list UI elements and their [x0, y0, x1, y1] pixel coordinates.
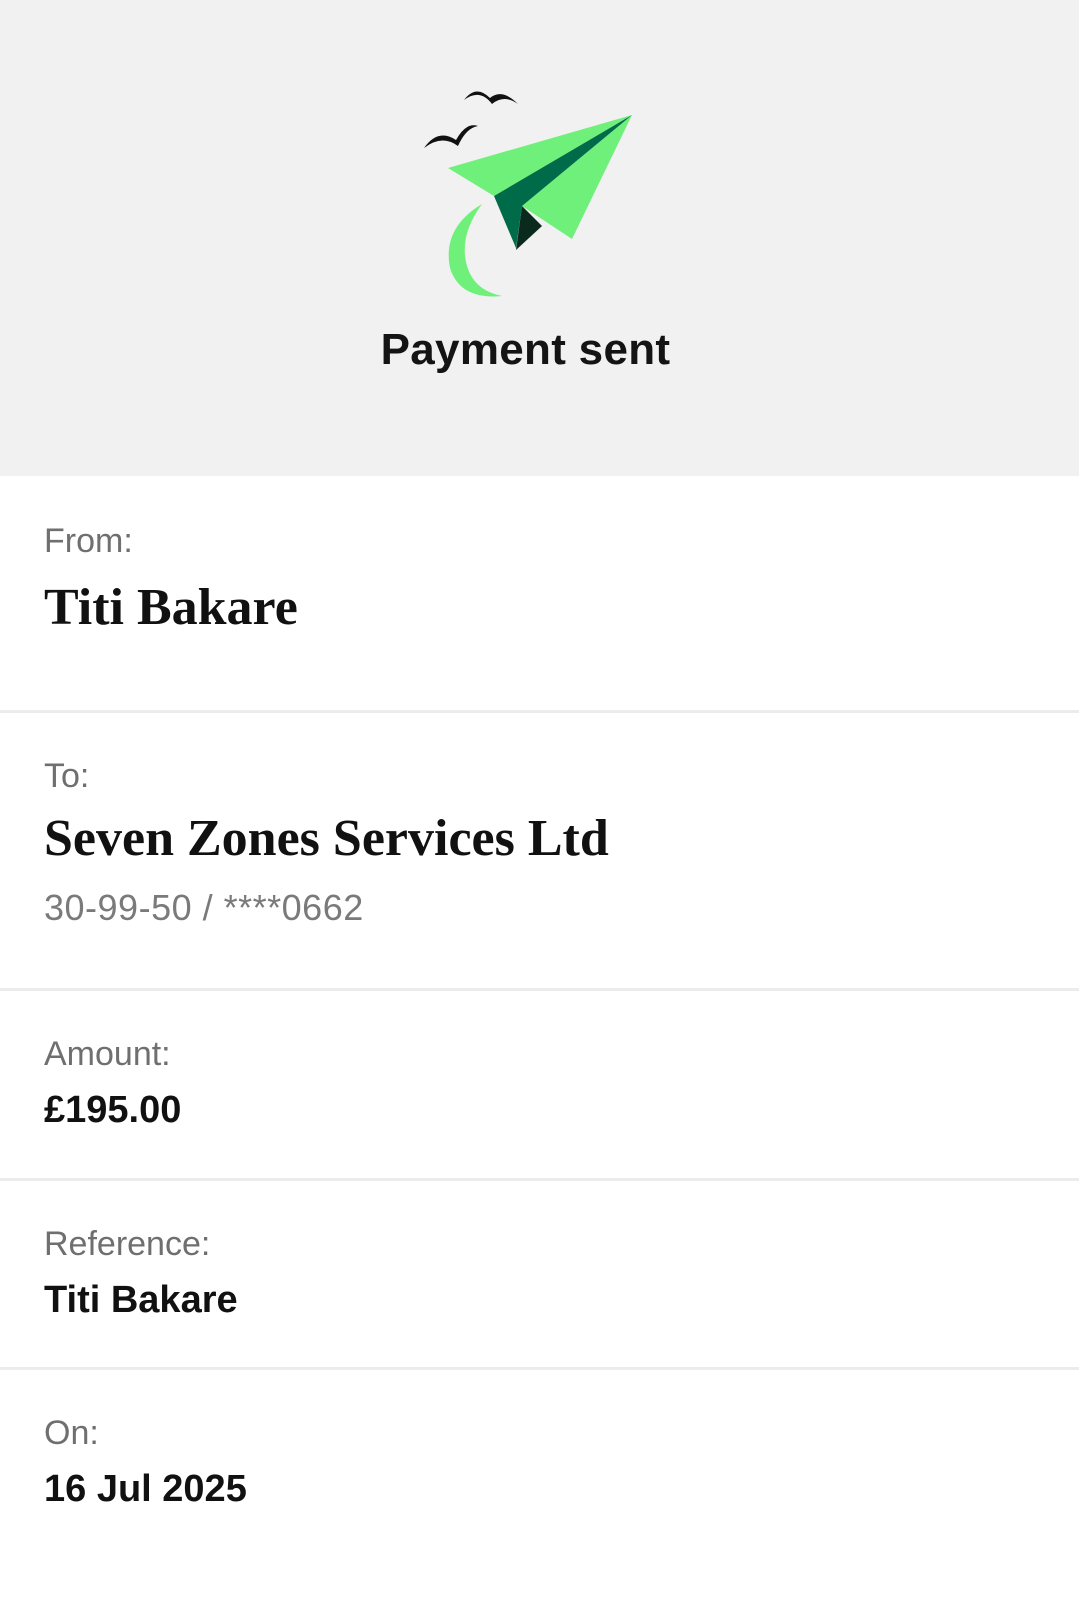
amount-section: Amount: £195.00	[0, 991, 1079, 1181]
bird-icon	[464, 91, 518, 104]
plane-trail	[448, 204, 502, 297]
to-label: To:	[44, 757, 90, 795]
amount-label: Amount:	[44, 1035, 171, 1073]
from-value: Titi Bakare	[44, 579, 298, 636]
bird-icon	[424, 125, 478, 148]
to-section: To: Seven Zones Services Ltd 30-99-50 / …	[0, 713, 1079, 991]
date-value: 16 Jul 2025	[44, 1468, 247, 1510]
date-section: On: 16 Jul 2025	[0, 1370, 1079, 1600]
page-title: Payment sent	[380, 325, 671, 374]
confirmation-header: Payment sent	[0, 0, 1079, 476]
reference-label: Reference:	[44, 1225, 211, 1263]
date-label: On:	[44, 1414, 99, 1452]
from-section: From: Titi Bakare	[0, 476, 1079, 713]
account-details: 30-99-50 / ****0662	[44, 887, 364, 928]
amount-value: £195.00	[44, 1089, 182, 1131]
to-value: Seven Zones Services Ltd	[44, 810, 609, 867]
reference-value: Titi Bakare	[44, 1279, 238, 1321]
from-label: From:	[44, 522, 133, 560]
paper-plane-sent-icon	[424, 91, 632, 297]
reference-section: Reference: Titi Bakare	[0, 1181, 1079, 1370]
